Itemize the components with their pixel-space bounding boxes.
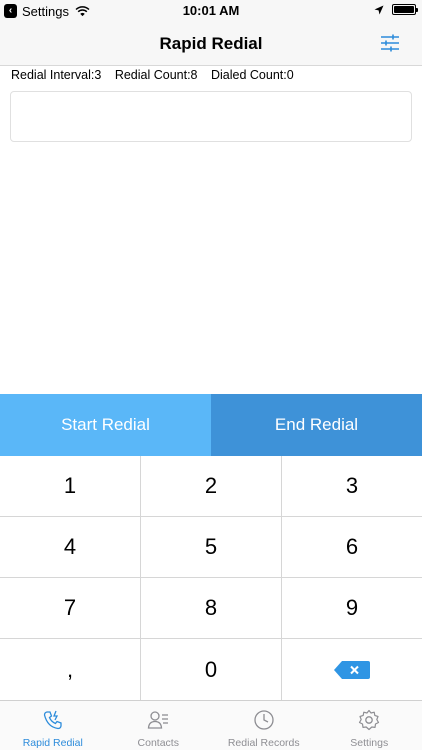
end-redial-button[interactable]: End Redial	[211, 394, 422, 456]
phone-redial-icon	[43, 710, 62, 730]
key-7[interactable]: 7	[0, 578, 141, 639]
delete-key[interactable]	[282, 639, 422, 700]
redial-interval-label: Redial Interval:3	[11, 68, 102, 82]
start-redial-button[interactable]: Start Redial	[0, 394, 211, 456]
tab-bar: Rapid Redial Contacts Redial Records Set…	[0, 700, 422, 750]
tab-settings[interactable]: Settings	[317, 701, 422, 750]
tab-label-rapid-redial: Rapid Redial	[22, 737, 83, 749]
sliders-icon[interactable]	[380, 34, 400, 52]
location-arrow-icon	[374, 5, 384, 14]
tab-redial-records[interactable]: Redial Records	[211, 701, 317, 750]
status-time: 10:01 AM	[182, 3, 240, 18]
key-2[interactable]: 2	[141, 456, 282, 517]
tab-label-contacts: Contacts	[137, 737, 179, 749]
navigation-bar: Rapid Redial	[0, 22, 422, 66]
phone-number-field[interactable]	[10, 91, 412, 142]
tab-rapid-redial[interactable]: Rapid Redial	[0, 701, 106, 750]
redial-count-label: Redial Count:8	[114, 68, 198, 82]
key-9[interactable]: 9	[282, 578, 422, 639]
tab-label-redial-records: Redial Records	[227, 737, 300, 749]
backspace-icon	[334, 660, 370, 679]
clock-icon	[254, 710, 274, 730]
battery-fill	[394, 6, 414, 13]
gear-icon	[359, 709, 380, 731]
tab-label-settings: Settings	[350, 737, 389, 749]
contacts-icon	[148, 711, 169, 729]
tab-contacts[interactable]: Contacts	[106, 701, 212, 750]
dial-keypad: 1 2 3 4 5 6 7 8 9 , 0	[0, 456, 422, 700]
key-8[interactable]: 8	[141, 578, 282, 639]
key-0[interactable]: 0	[141, 639, 282, 700]
key-4[interactable]: 4	[0, 517, 141, 578]
status-bar: ‹ Settings 10:01 AM	[0, 0, 422, 22]
key-5[interactable]: 5	[141, 517, 282, 578]
battery-icon	[392, 4, 418, 15]
dialed-count-label: Dialed Count:0	[211, 68, 294, 82]
key-6[interactable]: 6	[282, 517, 422, 578]
key-comma[interactable]: ,	[0, 639, 141, 700]
key-1[interactable]: 1	[0, 456, 141, 517]
redial-stats: Redial Interval:3 Redial Count:8 Dialed …	[11, 68, 304, 82]
page-title: Rapid Redial	[159, 34, 263, 53]
action-buttons: Start Redial End Redial	[0, 394, 422, 456]
key-3[interactable]: 3	[282, 456, 422, 517]
status-right	[374, 4, 418, 15]
